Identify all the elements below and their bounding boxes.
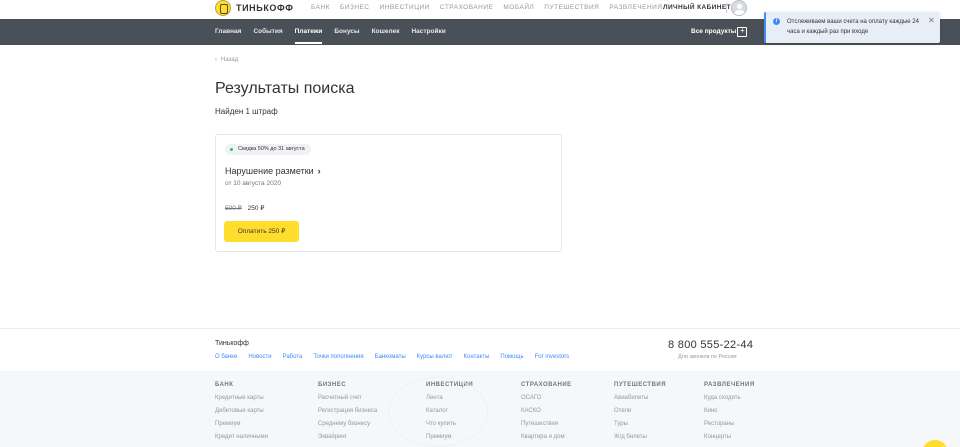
footer-top: Тинькофф О банке Новости Работа Точки по… [0, 328, 960, 371]
footer-column-link[interactable]: Квартира и дом [521, 434, 572, 440]
footer-link-news[interactable]: Новости [248, 354, 271, 360]
sub-nav-item-settings[interactable]: Настройки [411, 28, 445, 44]
footer-column-bank: БАНК Кредитные карты Дебетовые карты Пре… [215, 382, 268, 447]
page-title: Результаты поиска [215, 80, 355, 97]
support-phone[interactable]: 8 800 555-22-44 [668, 339, 753, 351]
top-nav-item-mobile[interactable]: МОБАЙЛ [503, 4, 534, 11]
all-products-link[interactable]: Все продукты [691, 28, 736, 35]
footer-column-link[interactable]: Среднему бизнесу [318, 421, 377, 427]
footer-column-insurance: СТРАХОВАНИЕ ОСАГО КАСКО Путешествия Квар… [521, 382, 572, 447]
chevron-left-icon: ‹ [215, 57, 217, 63]
discount-badge: Скидка 50% до 31 августа [225, 144, 311, 155]
footer-column-link[interactable]: Туры [614, 421, 666, 427]
notification-toast: i Отслеживаем ваши счета на оплату кажды… [764, 12, 940, 43]
footer-brand: Тинькофф [215, 340, 249, 347]
footer-column-link[interactable]: Авиабилеты [614, 395, 666, 401]
top-nav-item-bank[interactable]: БАНК [311, 4, 330, 11]
footer-link-atms[interactable]: Банкоматы [375, 354, 406, 360]
footer-column-business: БИЗНЕС Расчетный счет Регистрация бизнес… [318, 382, 377, 447]
info-icon: i [773, 18, 780, 25]
footer-column-link[interactable]: КАСКО [521, 408, 572, 414]
footer-column-link[interactable]: Концерты [704, 434, 755, 440]
footer-column-heading: ПУТЕШЕСТВИЯ [614, 382, 667, 388]
footer-column-link[interactable]: Отели [614, 408, 666, 414]
footer-link-contacts[interactable]: Контакты [463, 354, 489, 360]
footer-link-jobs[interactable]: Работа [283, 354, 303, 360]
top-nav-item-insurance[interactable]: СТРАХОВАНИЕ [440, 4, 494, 11]
status-dot-icon [230, 148, 233, 151]
footer-column-link[interactable]: ОСАГО [521, 395, 572, 401]
products-grid-icon[interactable] [737, 26, 747, 37]
footer-column-link[interactable]: Кредитные карты [215, 395, 268, 401]
footer-column-heading: БАНК [215, 382, 234, 388]
footer-column-heading: БИЗНЕС [318, 382, 347, 388]
discount-badge-text: Скидка 50% до 31 августа [238, 146, 305, 152]
footer-link-help[interactable]: Помощь [500, 354, 523, 360]
watermark-emblem-icon [388, 377, 488, 447]
avatar-icon[interactable] [731, 0, 747, 16]
new-price: 250 ₽ [247, 205, 265, 212]
footer-link-topup-points[interactable]: Точки пополнения [313, 354, 363, 360]
toast-message: Отслеживаем ваши счета на оплату каждые … [787, 19, 919, 35]
footer-link-rates[interactable]: Курсы валют [417, 354, 453, 360]
footer-column-heading: СТРАХОВАНИЕ [521, 382, 572, 388]
fine-title-link[interactable]: Нарушение разметки › [225, 166, 321, 176]
fine-date: от 10 августа 2020 [225, 180, 281, 187]
back-link[interactable]: ‹ Назад [215, 57, 238, 63]
sub-nav-item-events[interactable]: События [253, 28, 282, 44]
personal-cabinet-link[interactable]: ЛИЧНЫЙ КАБИНЕТ [663, 4, 731, 11]
footer-column-link[interactable]: Куда сходить [704, 395, 755, 401]
old-price: 500 ₽ [225, 205, 242, 212]
close-icon[interactable]: ✕ [928, 16, 935, 25]
divider [726, 3, 727, 13]
logo-emblem-icon [215, 0, 231, 16]
top-nav-item-business[interactable]: БИЗНЕС [340, 4, 370, 11]
footer-column-link[interactable]: Регистрация бизнеса [318, 408, 377, 414]
chevron-right-icon: › [317, 166, 321, 176]
sub-nav-item-payments[interactable]: Платежи [294, 28, 323, 44]
footer-column-link[interactable]: Ж/д билеты [614, 434, 666, 440]
results-count: Найден 1 штраф [215, 107, 278, 116]
sub-nav-item-home[interactable]: Главная [215, 28, 241, 44]
sub-nav-item-wallet[interactable]: Кошелек [372, 28, 400, 44]
logo[interactable]: ТИНЬКОФФ [215, 0, 293, 16]
footer-column-link[interactable]: Расчетный счет [318, 395, 377, 401]
footer-link-about[interactable]: О банке [215, 354, 237, 360]
pay-button[interactable]: Оплатить 250 ₽ [224, 221, 299, 242]
fine-title: Нарушение разметки [225, 166, 314, 176]
footer-column-link[interactable]: Премиум [215, 421, 268, 427]
top-nav-item-travel[interactable]: ПУТЕШЕСТВИЯ [544, 4, 599, 11]
sub-nav-item-bonuses[interactable]: Бонусы [334, 28, 359, 44]
footer-column-link[interactable]: Эквайринг [318, 434, 377, 440]
footer-column-link[interactable]: Рестораны [704, 421, 755, 427]
top-nav-item-investments[interactable]: ИНВЕСТИЦИИ [380, 4, 430, 11]
footer-column-link[interactable]: Дебетовые карты [215, 408, 268, 414]
support-phone-note: Для звонков по России [678, 354, 737, 360]
footer-column-heading: РАЗВЛЕЧЕНИЯ [704, 382, 755, 388]
footer-link-investors[interactable]: For investors [535, 354, 570, 360]
fine-card: Скидка 50% до 31 августа Нарушение разме… [215, 134, 562, 252]
footer-links: О банке Новости Работа Точки пополнения … [215, 354, 569, 360]
fine-prices: 500 ₽ 250 ₽ [225, 204, 264, 212]
back-label: Назад [221, 57, 239, 63]
top-nav-item-entertainment[interactable]: РАЗВЛЕЧЕНИЯ [609, 4, 662, 11]
footer-column-link[interactable]: Путешествия [521, 421, 572, 427]
footer-column-entertainment: РАЗВЛЕЧЕНИЯ Куда сходить Кино Рестораны … [704, 382, 755, 447]
top-nav: БАНК БИЗНЕС ИНВЕСТИЦИИ СТРАХОВАНИЕ МОБАЙ… [311, 4, 663, 11]
logo-text: ТИНЬКОФФ [236, 3, 294, 13]
footer-column-link[interactable]: Кредит наличными [215, 434, 268, 440]
footer-column-link[interactable]: Кино [704, 408, 755, 414]
footer-column-travel: ПУТЕШЕСТВИЯ Авиабилеты Отели Туры Ж/д би… [614, 382, 666, 447]
